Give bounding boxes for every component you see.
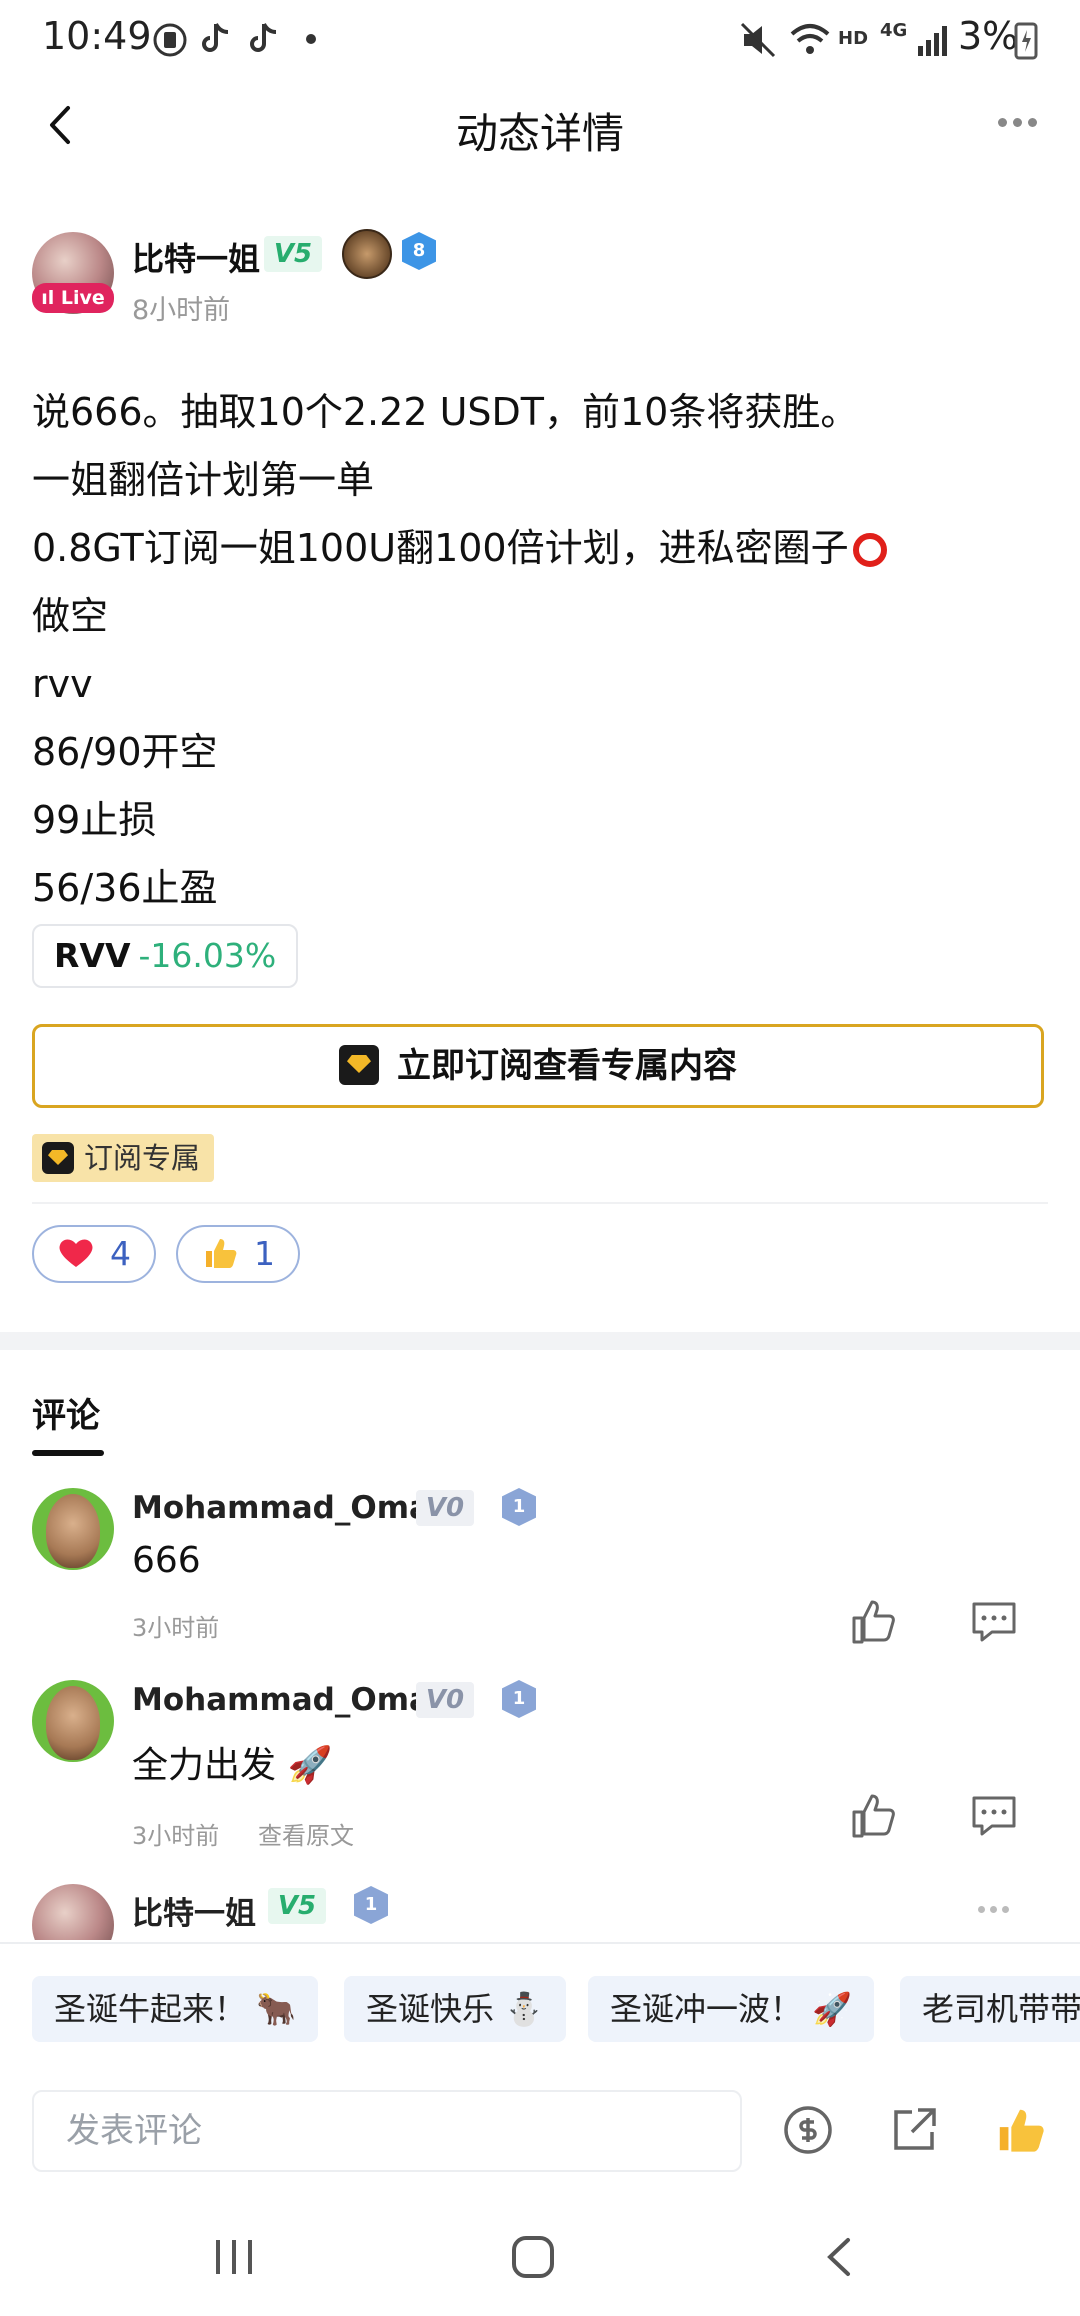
thumbs-up-icon	[206, 1239, 237, 1268]
post-line: rvv	[32, 662, 93, 706]
battery-percent: 3%	[958, 14, 1019, 58]
live-bars-icon: ıl	[41, 287, 61, 309]
post-line: 说666。抽取10个2.22 USDT，前10条将获胜。	[32, 390, 859, 434]
battery-icon	[1014, 22, 1038, 60]
rank-badge: 8	[402, 232, 436, 270]
quick-reply-chip[interactable]: 圣诞快乐 ⛄	[344, 1976, 567, 2042]
like-icon[interactable]	[850, 1598, 898, 1646]
more-dot-icon	[1028, 118, 1037, 127]
network-type-label: 4G	[880, 20, 908, 41]
ticker-symbol: RVV	[54, 936, 131, 975]
red-circle-icon	[852, 533, 887, 567]
wifi-icon	[790, 24, 830, 54]
more-dot-icon	[1013, 118, 1022, 127]
heart-reaction-button[interactable]: 4	[32, 1225, 156, 1283]
quick-reply-chip[interactable]: 圣诞牛起来！ 🐂	[32, 1976, 319, 2042]
comment-avatar[interactable]	[32, 1488, 114, 1570]
comment-text: 666	[132, 1540, 201, 1581]
heart-icon	[59, 1239, 93, 1267]
system-back-button[interactable]	[820, 2234, 860, 2280]
status-bar: 10:49 HD 4G 3%	[0, 0, 1080, 80]
home-button[interactable]	[510, 2234, 556, 2280]
status-time: 10:49	[42, 14, 152, 58]
live-badge: ıl Live	[32, 283, 114, 313]
thumbs-up-icon[interactable]	[994, 2102, 1046, 2158]
quick-reply-bar: 圣诞牛起来！ 🐂 圣诞快乐 ⛄ 圣诞冲一波！ 🚀 老司机带带	[0, 1976, 1080, 2046]
post-line: 做空	[32, 594, 109, 638]
diamond-icon	[339, 1045, 379, 1085]
thumbs-up-reaction-button[interactable]: 1	[176, 1225, 300, 1283]
level-badge: V5	[264, 236, 322, 272]
medal-icon	[342, 229, 392, 279]
post-time: 8小时前	[132, 295, 231, 326]
tab-indicator	[32, 1450, 104, 1456]
comment-time: 3小时前	[132, 1614, 220, 1642]
comment-text: 全力出发 🚀	[132, 1745, 333, 1786]
app-notification-icon	[153, 23, 187, 57]
ticker-chip[interactable]: RVV -16.03%	[32, 924, 299, 988]
page-title: 动态详情	[455, 109, 624, 158]
post-line: 56/36止盈	[32, 866, 218, 910]
more-dot-icon	[998, 118, 1007, 127]
reply-icon[interactable]	[970, 1598, 1018, 1646]
ticker-change: -16.03%	[138, 936, 277, 975]
comment-username[interactable]: Mohammad_Omar	[132, 1682, 445, 1718]
quick-reply-chip[interactable]: 老司机带带	[900, 1976, 1080, 2042]
diamond-icon	[42, 1142, 74, 1174]
tip-coin-icon[interactable]	[782, 2104, 834, 2156]
tiktok-icon	[250, 23, 277, 52]
recent-apps-button[interactable]	[212, 2236, 256, 2278]
level-badge: V0	[416, 1682, 474, 1718]
post-line: 一姐翻倍计划第一单	[32, 458, 375, 502]
subscribe-button[interactable]: 立即订阅查看专属内容	[32, 1024, 1044, 1108]
reply-icon[interactable]	[970, 1792, 1018, 1840]
tiktok-icon	[202, 23, 229, 52]
comment-time: 3小时前	[132, 1822, 220, 1850]
share-icon[interactable]	[888, 2104, 940, 2156]
comment-username[interactable]: Mohammad_Omar	[132, 1490, 445, 1526]
comment-avatar[interactable]	[32, 1884, 114, 1940]
view-original-link[interactable]: 查看原文	[258, 1816, 354, 1851]
quick-reply-chip[interactable]: 圣诞冲一波！ 🚀	[588, 1976, 875, 2042]
comment-input[interactable]: 发表评论	[32, 2090, 742, 2172]
system-navigation-bar	[0, 2200, 1080, 2316]
post-line: 99止损	[32, 798, 157, 842]
mute-icon	[740, 22, 776, 58]
post-line: 0.8GT订阅一姐100U翻100倍计划，进私密圈子	[32, 514, 1042, 582]
post-line: 86/90开空	[32, 730, 218, 774]
comment-username[interactable]: 比特一姐	[132, 1888, 256, 1933]
level-badge: V5	[268, 1888, 326, 1924]
comment-more-button[interactable]	[978, 1898, 1009, 1917]
divider	[32, 1202, 1048, 1204]
rank-badge: 1	[354, 1886, 388, 1924]
post-content: 说666。抽取10个2.22 USDT，前10条将获胜。 一姐翻倍计划第一单 0…	[32, 378, 1042, 922]
subscriber-only-tag: 订阅专属	[32, 1134, 215, 1182]
more-notifications-dot	[306, 34, 316, 44]
level-badge: V0	[416, 1490, 474, 1526]
like-icon[interactable]	[850, 1792, 898, 1840]
hd-label: HD	[838, 28, 869, 49]
rank-badge: 1	[502, 1488, 536, 1526]
author-name[interactable]: 比特一姐	[132, 234, 260, 280]
signal-icon	[918, 26, 947, 56]
more-options-button[interactable]	[998, 112, 1048, 132]
comment-avatar[interactable]	[32, 1680, 114, 1762]
section-separator	[0, 1332, 1080, 1350]
tab-comments[interactable]: 评论	[32, 1388, 100, 1437]
rank-badge: 1	[502, 1680, 536, 1718]
